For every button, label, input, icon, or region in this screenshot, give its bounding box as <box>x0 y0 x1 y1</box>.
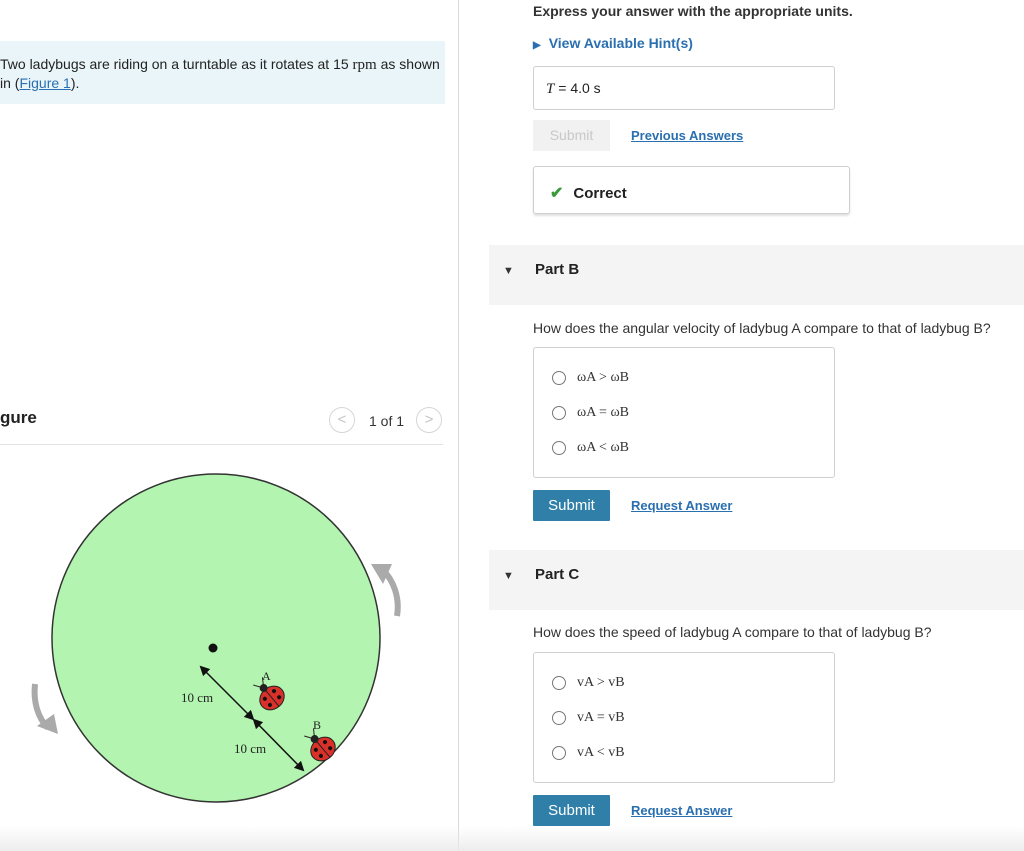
problem-statement: Two ladybugs are riding on a turntable a… <box>0 41 445 104</box>
expand-triangle-icon: ▶ <box>533 40 541 51</box>
answer-value: 4.0 s <box>570 80 601 96</box>
option-text: vA = vB <box>577 710 625 725</box>
bottom-fade <box>0 826 1024 851</box>
part-b-question: How does the angular velocity of ladybug… <box>533 320 991 336</box>
option-text: vA > vB <box>577 675 625 690</box>
part-b-header[interactable]: ▼ Part B <box>489 245 1024 305</box>
radio-button[interactable] <box>552 711 566 725</box>
radio-button[interactable] <box>552 406 566 420</box>
pager-prev-button[interactable]: < <box>329 407 355 433</box>
problem-text-1: Two ladybugs are riding on a turntable a… <box>0 56 353 72</box>
part-c-options: vA > vB vA = vB vA < vB <box>533 652 835 783</box>
figure-header: gure < 1 of 1 > <box>0 398 443 445</box>
part-c-header[interactable]: ▼ Part C <box>489 550 1024 610</box>
radio-button[interactable] <box>552 746 566 760</box>
center-point <box>208 643 218 653</box>
part-c-request-answer-link[interactable]: Request Answer <box>631 803 732 818</box>
option-text: ωA > ωB <box>577 370 630 385</box>
part-c-question: How does the speed of ladybug A compare … <box>533 624 932 640</box>
ladybug-b-label: B <box>313 718 321 732</box>
previous-answers-link[interactable]: Previous Answers <box>631 128 743 143</box>
column-divider <box>458 0 459 851</box>
part-b-request-answer-link[interactable]: Request Answer <box>631 498 732 513</box>
option-text: ωA = ωB <box>577 405 630 420</box>
part-a-submit-button[interactable]: Submit <box>533 120 610 151</box>
radio-button[interactable] <box>552 371 566 385</box>
checkmark-icon: ✔ <box>550 185 564 202</box>
answer-equals: = <box>554 80 571 96</box>
collapse-caret-icon: ▼ <box>503 265 514 277</box>
rpm-unit: rpm <box>352 57 377 73</box>
distance-label-2: 10 cm <box>234 741 266 756</box>
part-b-options: ωA > ωB ωA = ωB ωA < ωB <box>533 347 835 478</box>
pager-next-button[interactable]: > <box>416 407 442 433</box>
part-b-submit-button[interactable]: Submit <box>533 490 610 521</box>
view-hints-toggle[interactable]: ▶ View Available Hint(s) <box>533 35 693 51</box>
figure-title: gure <box>0 408 37 427</box>
option-text: ωA < ωB <box>577 440 630 455</box>
problem-text-3: ). <box>70 75 80 91</box>
pager-count: 1 of 1 <box>369 413 405 429</box>
collapse-caret-icon: ▼ <box>503 570 514 582</box>
units-instruction: Express your answer with the appropriate… <box>533 3 853 19</box>
answer-field[interactable]: T = 4.0 s <box>533 66 835 110</box>
radio-button[interactable] <box>552 441 566 455</box>
radio-button[interactable] <box>552 676 566 690</box>
part-c-submit-button[interactable]: Submit <box>533 795 610 826</box>
feedback-correct: ✔ Correct <box>533 166 850 214</box>
distance-label-1: 10 cm <box>181 690 213 705</box>
figure-link[interactable]: Figure 1 <box>19 75 70 91</box>
part-c-label: Part C <box>535 566 580 583</box>
part-b-label: Part B <box>535 261 580 278</box>
hint-label: View Available Hint(s) <box>548 35 693 51</box>
feedback-text: Correct <box>573 185 627 202</box>
option-text: vA < vB <box>577 745 625 760</box>
turntable-figure: 10 cm 10 cm A B <box>31 473 401 803</box>
